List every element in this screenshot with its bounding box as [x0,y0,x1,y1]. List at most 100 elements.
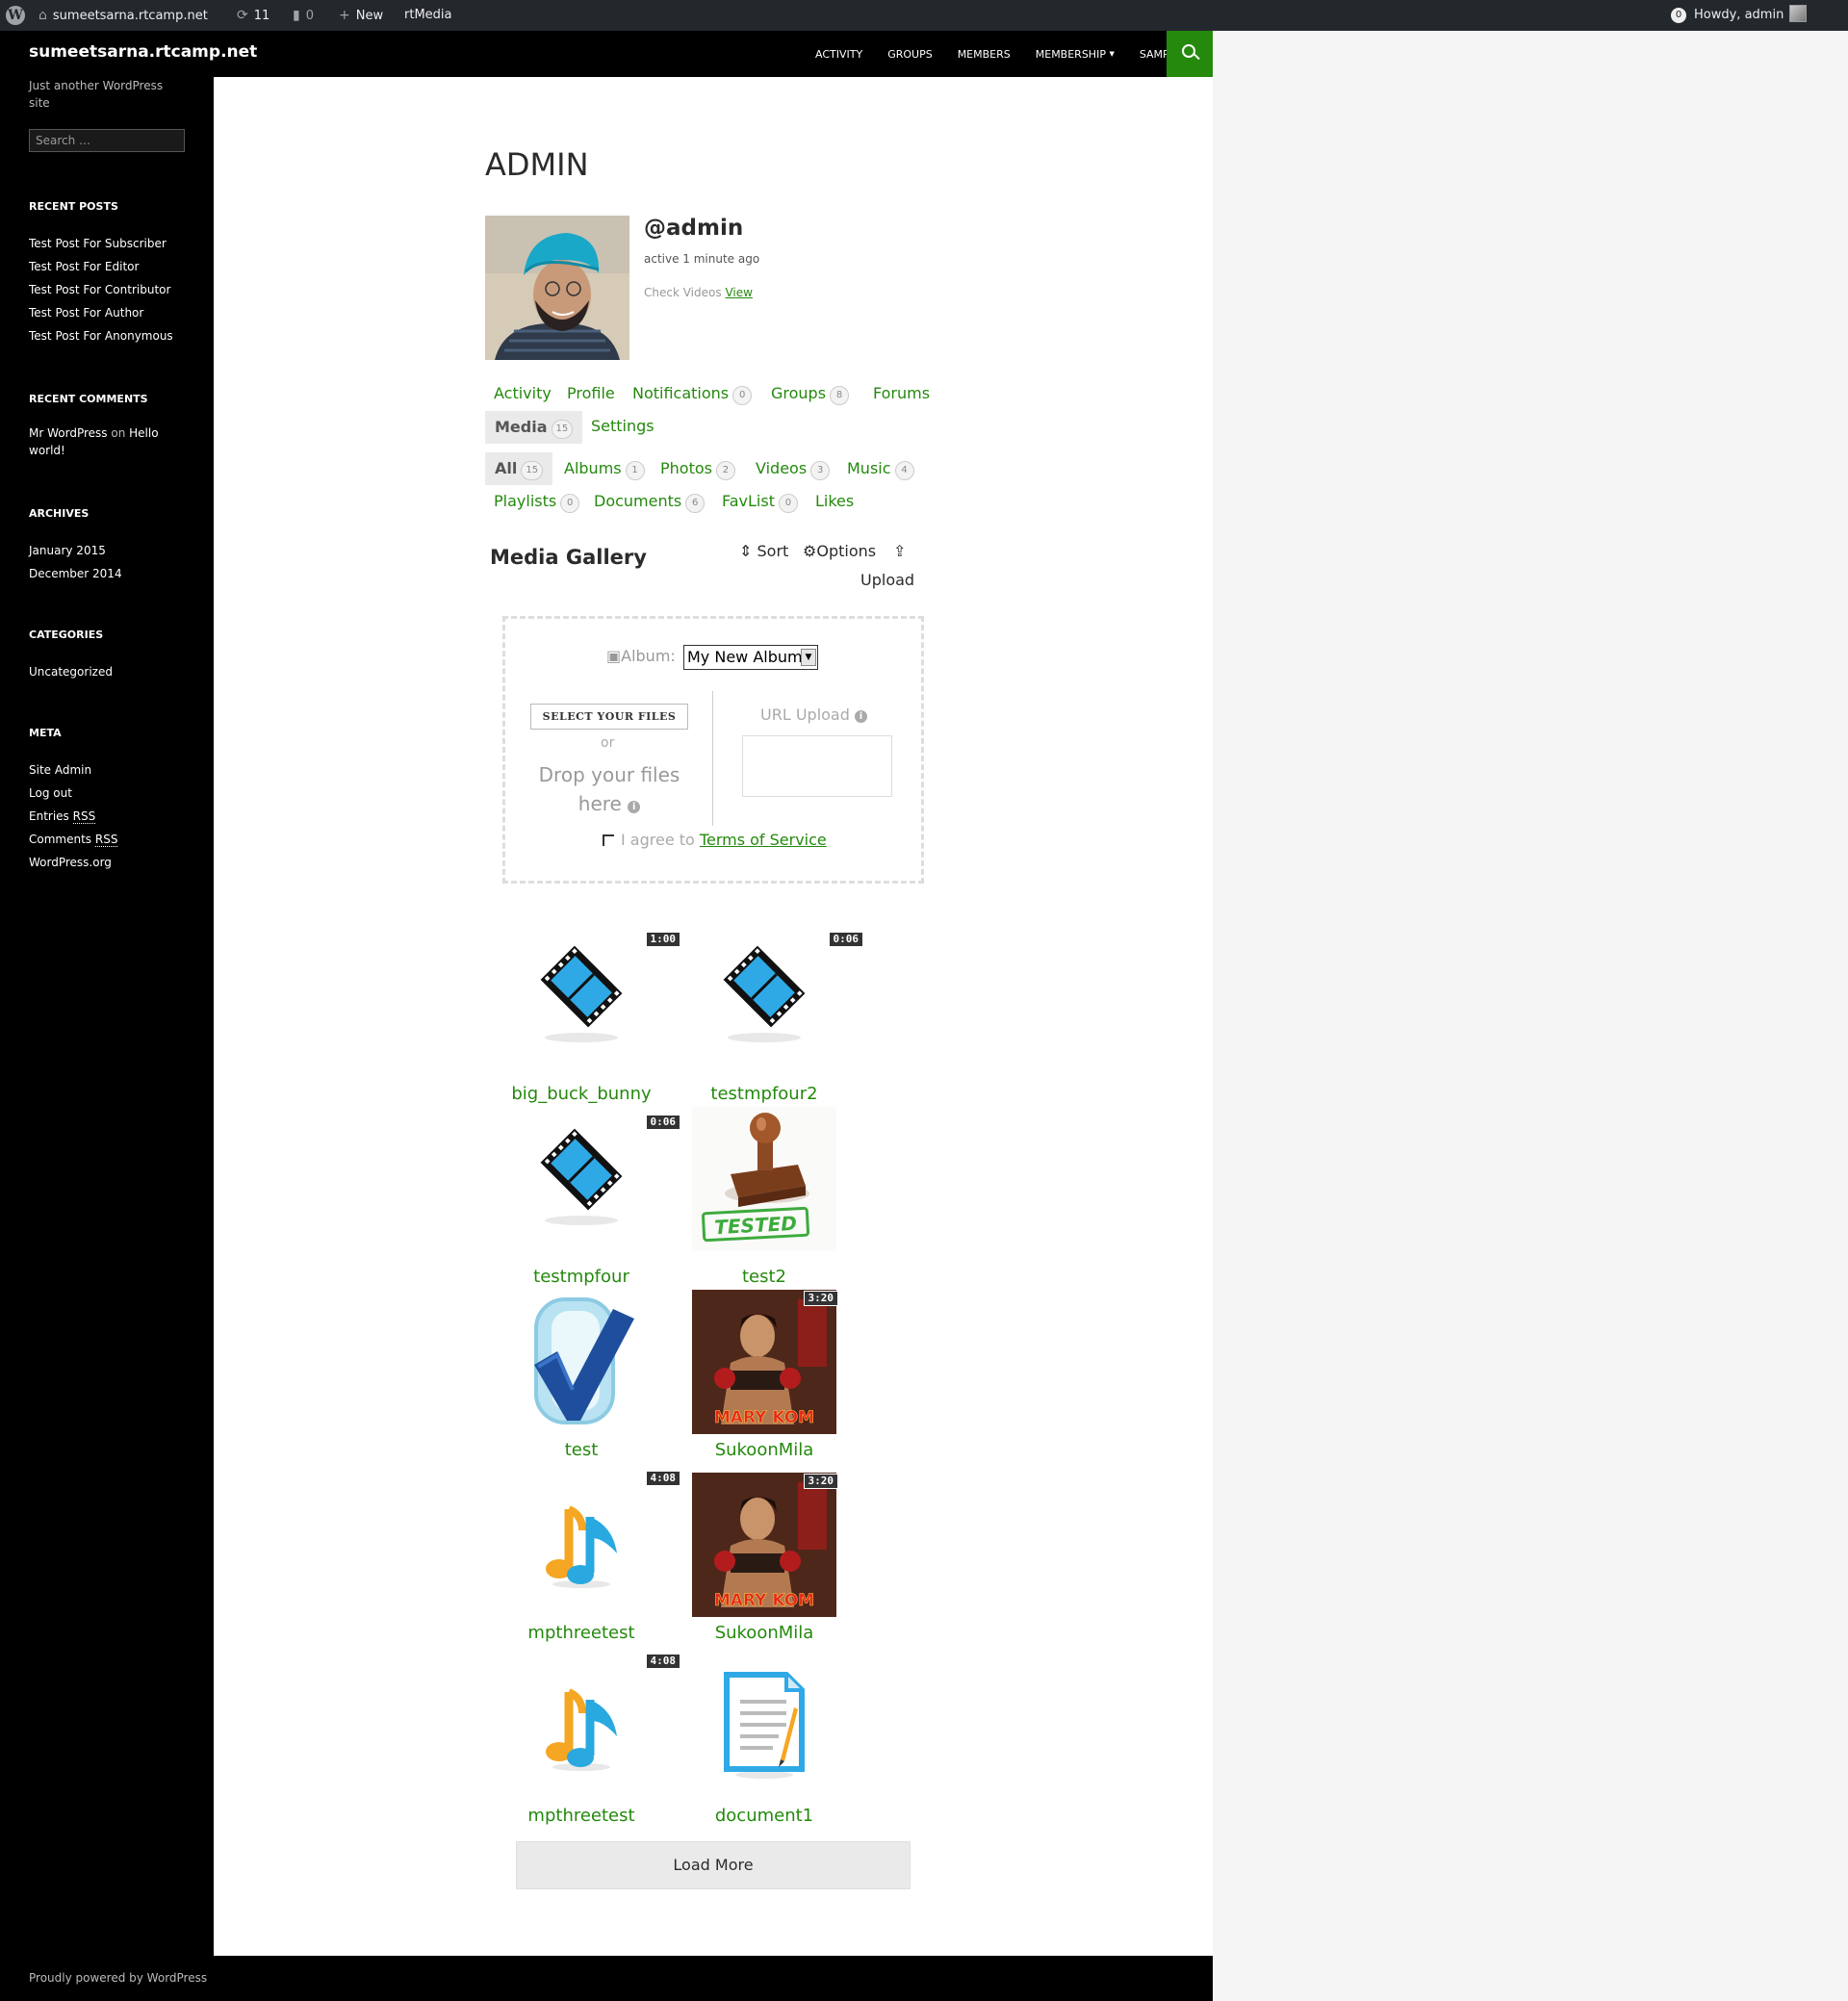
media-title[interactable]: mpthreetest [490,1806,673,1826]
search-toggle-icon[interactable] [1167,31,1213,77]
media-tab-favlist[interactable]: FavList 0 [722,492,798,513]
media-item[interactable]: document1 [692,1655,836,1838]
tab-forums[interactable]: Forums [873,384,930,402]
comment-author-link[interactable]: Mr WordPress [29,426,108,440]
recent-post-link[interactable]: Test Post For Subscriber [29,232,192,255]
admin-bar-comments[interactable]: ▮ 0 [293,0,314,31]
music-note-icon: 4:08 [509,1654,680,1800]
media-item[interactable]: 0:06 testmpfour2 [692,932,863,1116]
archive-link[interactable]: December 2014 [29,562,192,585]
category-link[interactable]: Uncategorized [29,660,192,683]
media-tab-all[interactable]: All 15 [485,452,553,485]
upload-button[interactable]: Upload [860,571,914,589]
admin-bar-updates[interactable]: ⟳ 11 [237,0,270,31]
media-title[interactable]: testmpfour [490,1267,673,1287]
admin-bar-new[interactable]: + New [339,0,383,31]
tab-label: Groups [771,384,827,402]
meta-comments-label: Comments [29,833,92,846]
nav-groups[interactable]: GROUPS [887,48,933,61]
poster-text: MARY KOM [714,1408,814,1427]
avatar[interactable] [485,216,629,360]
poster-text: MARY KOM [714,1591,814,1610]
stamp-text: TESTED [714,1212,798,1239]
wordpress-logo-icon[interactable]: W [6,6,25,25]
media-item[interactable]: test [509,1290,654,1473]
upload-icon[interactable]: ⇪ [893,542,906,560]
admin-bar-account[interactable]: 0 Howdy, admin [1671,0,1808,31]
recent-post-link[interactable]: Test Post For Anonymous [29,324,192,347]
media-title[interactable]: SukoonMila [673,1623,856,1643]
media-title[interactable]: test2 [673,1267,856,1287]
drop-files-text: Drop your files here i [530,760,688,818]
media-title[interactable]: mpthreetest [490,1623,673,1643]
recent-post-link[interactable]: Test Post For Contributor [29,278,192,301]
media-tab-photos[interactable]: Photos 2 [660,459,735,480]
meta-entries-rss[interactable]: Entries RSS [29,805,192,828]
select-files-button[interactable]: Select your files [530,704,688,730]
terms-link[interactable]: Terms of Service [700,831,827,849]
site-title[interactable]: sumeetsarna.rtcamp.net [29,42,257,62]
or-text: or [601,735,615,751]
updates-count: 11 [253,9,270,23]
media-tab-music[interactable]: Music 4 [847,459,914,480]
notification-badge[interactable]: 0 [1671,8,1686,23]
nav-membership[interactable]: MEMBERSHIP ▼ [1036,48,1115,61]
sort-label: Sort [757,542,789,560]
media-tab-likes[interactable]: Likes [815,492,854,510]
archive-link[interactable]: January 2015 [29,539,192,562]
footer-credit[interactable]: Proudly powered by WordPress [29,1971,207,1985]
url-upload-input[interactable] [742,735,892,797]
count-badge: 3 [810,461,831,480]
sort-button[interactable]: ⇕ Sort [739,542,788,560]
tab-label: Albums [564,459,622,477]
load-more-button[interactable]: Load More [516,1841,911,1889]
info-icon[interactable]: i [854,710,867,723]
media-tab-playlists[interactable]: Playlists 0 [494,492,580,513]
media-item[interactable]: 0:06 testmpfour [509,1115,680,1299]
meta-log-out[interactable]: Log out [29,782,192,805]
view-link[interactable]: View [725,286,752,299]
info-icon[interactable]: i [628,801,641,813]
tab-groups[interactable]: Groups 8 [771,384,850,405]
select-arrow-icon: ▼ [801,649,816,666]
media-item[interactable]: MARY KOM 3:20 SukoonMila [692,1290,838,1473]
media-tab-albums[interactable]: Albums 1 [564,459,645,480]
recent-post-link[interactable]: Test Post For Author [29,301,192,324]
meta-comments-rss[interactable]: Comments RSS [29,828,192,851]
media-tab-videos[interactable]: Videos 3 [756,459,831,480]
media-title[interactable]: test [490,1440,673,1460]
album-select[interactable]: My New Album ▼ [683,645,818,670]
media-item[interactable]: 4:08 mpthreetest [509,1654,680,1838]
options-button[interactable]: ⚙Options [803,542,876,560]
tab-media[interactable]: Media 15 [485,411,583,444]
tab-notifications[interactable]: Notifications 0 [632,384,753,405]
album-label-text: Album: [621,647,676,665]
nav-activity[interactable]: ACTIVITY [815,48,862,61]
tab-profile[interactable]: Profile [567,384,615,402]
recent-post-link[interactable]: Test Post For Editor [29,255,192,278]
meta-wordpress-org[interactable]: WordPress.org [29,851,192,874]
media-title[interactable]: big_buck_bunny [490,1084,673,1104]
search-input[interactable]: Search … [29,129,185,152]
media-item[interactable]: 1:00 big_buck_bunny [509,932,680,1116]
duration-badge: 1:00 [645,932,680,947]
admin-bar-site-link[interactable]: ⌂ sumeetsarna.rtcamp.net [38,0,208,31]
meta-site-admin[interactable]: Site Admin [29,758,192,782]
admin-bar-rtmedia[interactable]: rtMedia [404,0,452,31]
home-icon: ⌂ [38,8,47,23]
terms-checkbox[interactable] [603,834,614,846]
tab-activity[interactable]: Activity [494,384,552,402]
tab-settings[interactable]: Settings [591,417,654,435]
media-item[interactable]: TESTED test2 [692,1107,836,1290]
media-item[interactable]: 4:08 mpthreetest [509,1471,680,1655]
nav-members[interactable]: MEMBERS [958,48,1011,61]
widget-title: CATEGORIES [29,629,104,641]
stamp-image: TESTED [692,1107,836,1251]
media-title[interactable]: SukoonMila [673,1440,856,1460]
widget-title: ARCHIVES [29,507,90,520]
media-item[interactable]: MARY KOM 3:20 SukoonMila [692,1473,838,1655]
media-tab-documents[interactable]: Documents 6 [594,492,706,513]
media-title[interactable]: document1 [673,1806,856,1826]
media-title[interactable]: testmpfour2 [673,1084,856,1104]
duration-badge: 0:06 [645,1115,680,1130]
